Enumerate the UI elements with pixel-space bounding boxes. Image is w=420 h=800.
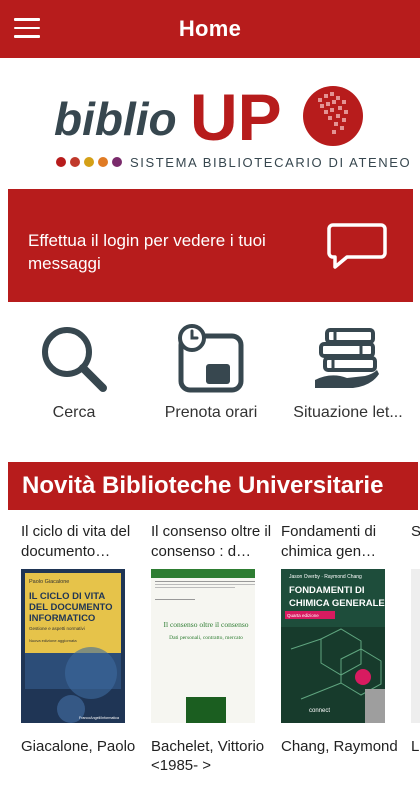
calendar-clock-icon	[141, 322, 281, 396]
action-situazione-lettore[interactable]: Situazione let...	[278, 322, 418, 422]
book-cover: Jason Overby · Raymond Chang FONDAMENTI …	[281, 569, 385, 723]
book-title: Il consenso oltre il consenso : d…	[151, 523, 272, 560]
book-author: Bachelet, Vittorio <1985- >	[151, 738, 265, 774]
action-prenota-orari[interactable]: Prenota orari	[141, 322, 281, 422]
svg-text:connect: connect	[309, 708, 330, 714]
logo-word-up: UP	[190, 80, 282, 154]
svg-text:Paolo Giacalone: Paolo Giacalone	[29, 579, 69, 585]
action-label: Prenota orari	[164, 404, 258, 421]
book-title: Il ciclo di vita del documento…	[21, 523, 131, 560]
book-card[interactable]: Il consenso oltre il consenso : d… Il co…	[151, 522, 275, 775]
svg-text:DEL DOCUMENTO: DEL DOCUMENTO	[29, 602, 113, 613]
svg-text:Gestione e aspetti normativi: Gestione e aspetti normativi	[29, 626, 85, 631]
svg-text:IL CICLO DI VITA: IL CICLO DI VITA	[29, 591, 105, 602]
book-card[interactable]: Il ciclo di vita del documento… Paolo Gi…	[21, 522, 145, 756]
search-icon	[4, 322, 144, 396]
book-title: S…	[411, 522, 420, 562]
action-label: Cerca	[52, 404, 96, 421]
svg-text:FONDAMENTI DI: FONDAMENTI DI	[289, 585, 364, 596]
books-hand-icon	[278, 322, 418, 396]
logo-word-biblio: biblio	[54, 93, 177, 145]
svg-text:CHIMICA GENERALE: CHIMICA GENERALE	[289, 598, 385, 609]
svg-text:Il consenso oltre il consenso: Il consenso oltre il consenso	[164, 620, 249, 629]
chat-bubble-icon	[327, 221, 387, 276]
svg-text:Dati personali, contratto, mer: Dati personali, contratto, mercato	[169, 635, 243, 641]
book-author: Giacalone, Paolo	[21, 738, 136, 755]
book-card[interactable]: Fondamenti di chimica gen… Jason Overby …	[281, 522, 405, 756]
book-cover: Il consenso oltre il consenso Dati perso…	[151, 569, 255, 723]
book-title: Fondamenti di chimica gen…	[281, 523, 377, 560]
news-section-header: Novità Biblioteche Universitarie	[8, 462, 418, 510]
app-bar: Home	[0, 0, 420, 58]
quick-actions: Cerca Prenota orari Situazione let...	[0, 322, 420, 437]
book-author: L… F…	[411, 738, 420, 755]
svg-text:Jason Overby · Raymond Chang: Jason Overby · Raymond Chang	[289, 574, 362, 580]
hamburger-menu-icon[interactable]	[14, 18, 40, 40]
action-cerca[interactable]: Cerca	[4, 322, 144, 422]
book-card[interactable]: S… L… F…	[411, 522, 420, 756]
banner-message: Effettua il login per vedere i tuoi mess…	[28, 231, 266, 273]
svg-text:Nuova edizione aggiornata: Nuova edizione aggiornata	[29, 638, 77, 643]
svg-text:Quarta edizione: Quarta edizione	[287, 613, 319, 618]
book-author: Chang, Raymond	[281, 738, 398, 755]
books-carousel[interactable]: Il ciclo di vita del documento… Paolo Gi…	[0, 522, 420, 800]
svg-text:FrancoAngeli/Informatica: FrancoAngeli/Informatica	[79, 716, 119, 720]
logo-subtitle: SISTEMA BIBLIOTECARIO DI ATENEO	[130, 155, 411, 170]
page-title: Home	[178, 16, 242, 41]
svg-text:INFORMATICO: INFORMATICO	[29, 613, 95, 624]
messages-banner[interactable]: Effettua il login per vedere i tuoi mess…	[8, 189, 413, 302]
biblioupo-logo: biblio UP SISTEMA BIBLIOTECARIO DI ATENE…	[0, 80, 420, 175]
action-label: Situazione let...	[293, 404, 403, 421]
book-cover	[411, 569, 420, 723]
book-cover: Paolo Giacalone IL CICLO DI VITA DEL DOC…	[21, 569, 125, 723]
